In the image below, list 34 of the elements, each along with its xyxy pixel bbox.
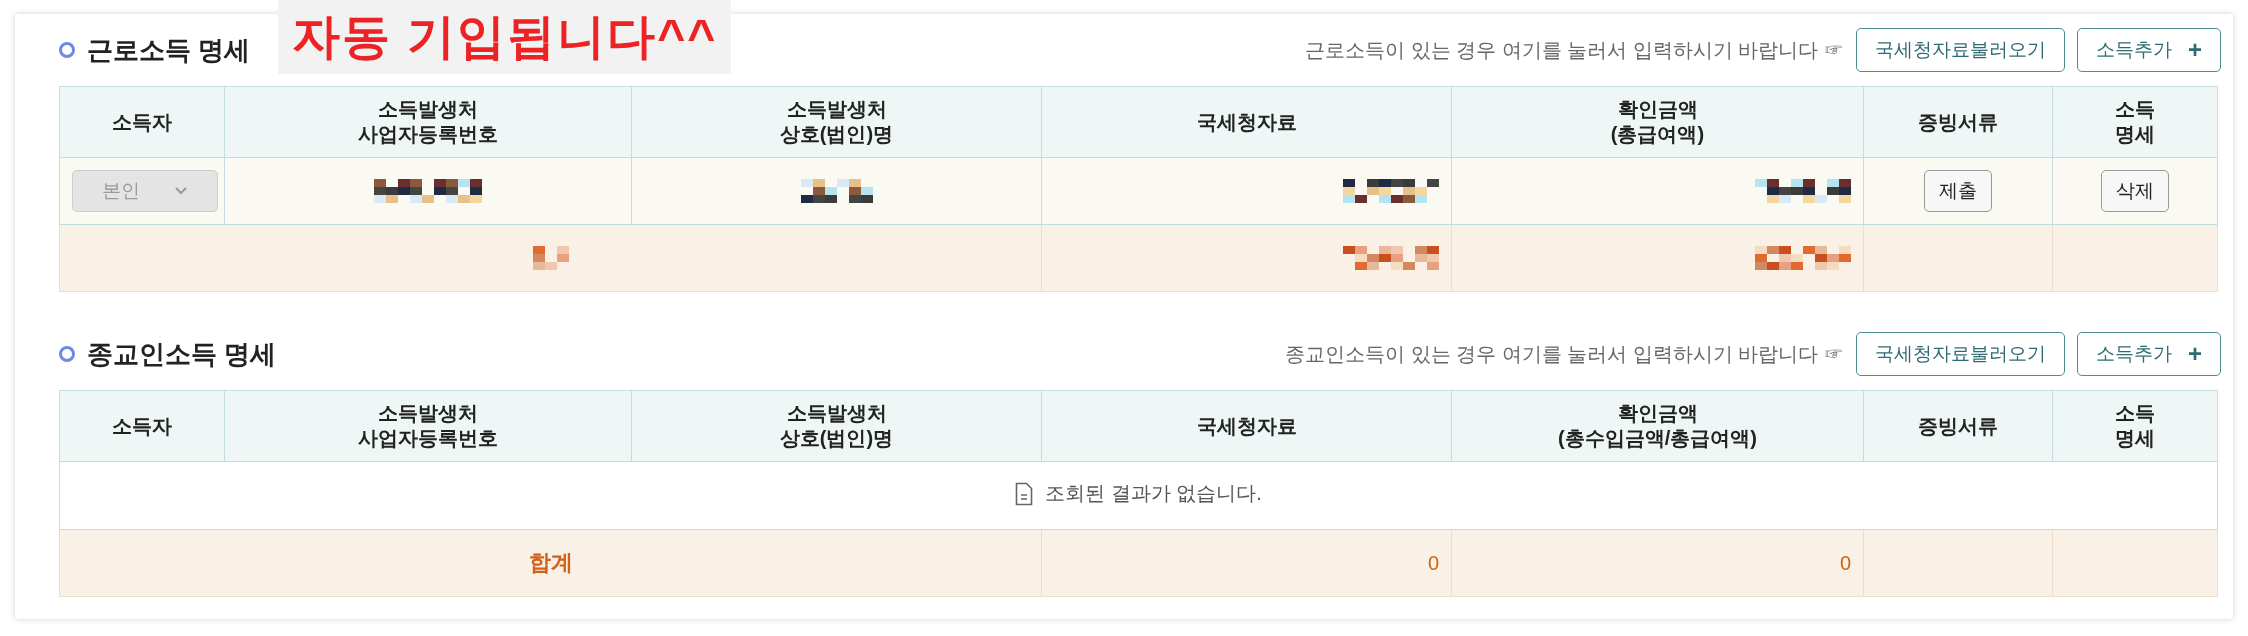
pixelated-text-drawing (532, 246, 569, 270)
chevron-down-icon (174, 186, 188, 196)
empty-message: 조회된 결과가 없습니다. (1015, 480, 1262, 508)
column-header: 국세청자료 (1041, 86, 1452, 158)
column-header: 소득자 (59, 86, 225, 158)
bullet-icon (59, 42, 75, 58)
total-label: 합계 (528, 550, 573, 575)
column-header: 소득발생처 상호(법인)명 (631, 86, 1042, 158)
section-title: 종교인소득 명세 (87, 337, 277, 371)
bullet-icon (59, 346, 75, 362)
load-data-button[interactable]: 국세청자료불러오기 (1856, 28, 2065, 72)
add-income-button[interactable]: 소득추가 + (2077, 28, 2221, 72)
row-action-button[interactable]: 삭제 (2101, 170, 2169, 212)
column-header: 소득자 (59, 390, 225, 462)
add-income-button[interactable]: 소득추가 + (2077, 332, 2221, 376)
column-header: 국세청자료 (1041, 390, 1452, 462)
total-amount: 0 (1839, 551, 1851, 574)
column-header: 확인금액 (총급여액) (1451, 86, 1864, 158)
column-header: 증빙서류 (1863, 390, 2053, 462)
column-header: 소득 명세 (2052, 86, 2218, 158)
column-header: 증빙서류 (1863, 86, 2053, 158)
column-header: 소득 명세 (2052, 390, 2218, 462)
column-header: 소득발생처 사업자등록번호 (224, 86, 632, 158)
total-amount: 0 (1427, 551, 1439, 574)
column-header: 확인금액 (총수입금액/총급여액) (1451, 390, 1864, 462)
hint-text: 종교인소득이 있는 경우 여기를 눌러서 입력하시기 바랍니다 ☞ (1285, 341, 1844, 367)
annotation-label: 자동 기입됩니다^^ (278, 0, 732, 74)
section-title: 근로소득 명세 (87, 33, 251, 67)
column-header: 소득발생처 사업자등록번호 (224, 390, 632, 462)
load-data-button[interactable]: 국세청자료불러오기 (1856, 332, 2065, 376)
row-action-button[interactable]: 제출 (1924, 170, 1992, 212)
column-header: 소득발생처 상호(법인)명 (631, 390, 1042, 462)
hint-text: 근로소득이 있는 경우 여기를 눌러서 입력하시기 바랍니다 ☞ (1305, 37, 1844, 63)
document-icon (1015, 481, 1034, 506)
